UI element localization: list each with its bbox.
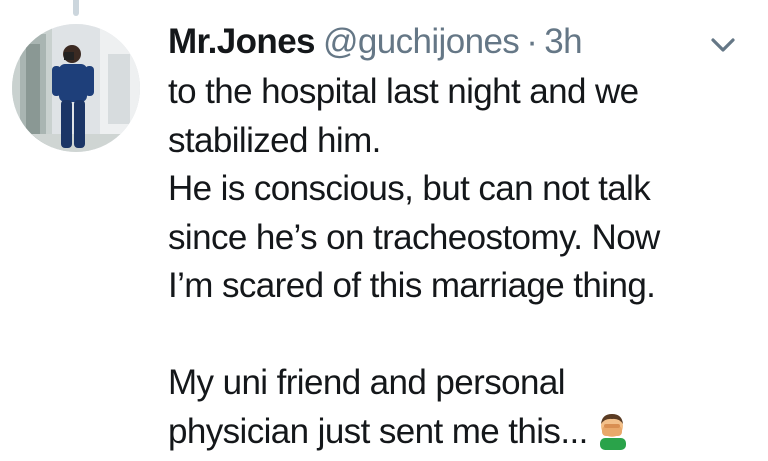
tweet-text-line: physician just sent me this... — [168, 411, 588, 451]
tweet-text-line: stabilized him. — [168, 120, 381, 160]
tweet-content: Mr.Jones @guchijones · 3h to the hospita… — [168, 20, 728, 456]
avatar[interactable] — [12, 24, 140, 152]
tweet-text-line: since he’s on tracheostomy. Now — [168, 217, 660, 257]
author-display-name[interactable]: Mr.Jones — [168, 20, 316, 64]
man-facepalming-emoji-icon — [592, 410, 632, 450]
tweet-text-last-line: physician just sent me this... — [168, 408, 728, 457]
chevron-down-icon — [711, 38, 735, 52]
tweet-text-line: I’m scared of this marriage thing. — [168, 266, 656, 305]
tweet-header: Mr.Jones @guchijones · 3h — [168, 20, 728, 64]
tweet-text-line: to the hospital last night and we — [168, 72, 639, 111]
tweet-options-caret[interactable] — [706, 30, 740, 60]
tweet-text-line: My uni friend and personal — [168, 363, 565, 402]
author-handle[interactable]: @guchijones — [323, 20, 520, 64]
tweet-text-line: He is conscious, but can not talk — [168, 169, 651, 208]
tweet-timestamp[interactable]: 3h — [544, 20, 582, 64]
tweet-text: to the hospital last night and we stabil… — [168, 68, 728, 456]
header-separator: · — [526, 22, 538, 61]
thread-connector-line — [73, 0, 79, 16]
tweet[interactable]: Mr.Jones @guchijones · 3h to the hospita… — [0, 0, 768, 461]
avatar-photo — [12, 24, 140, 152]
